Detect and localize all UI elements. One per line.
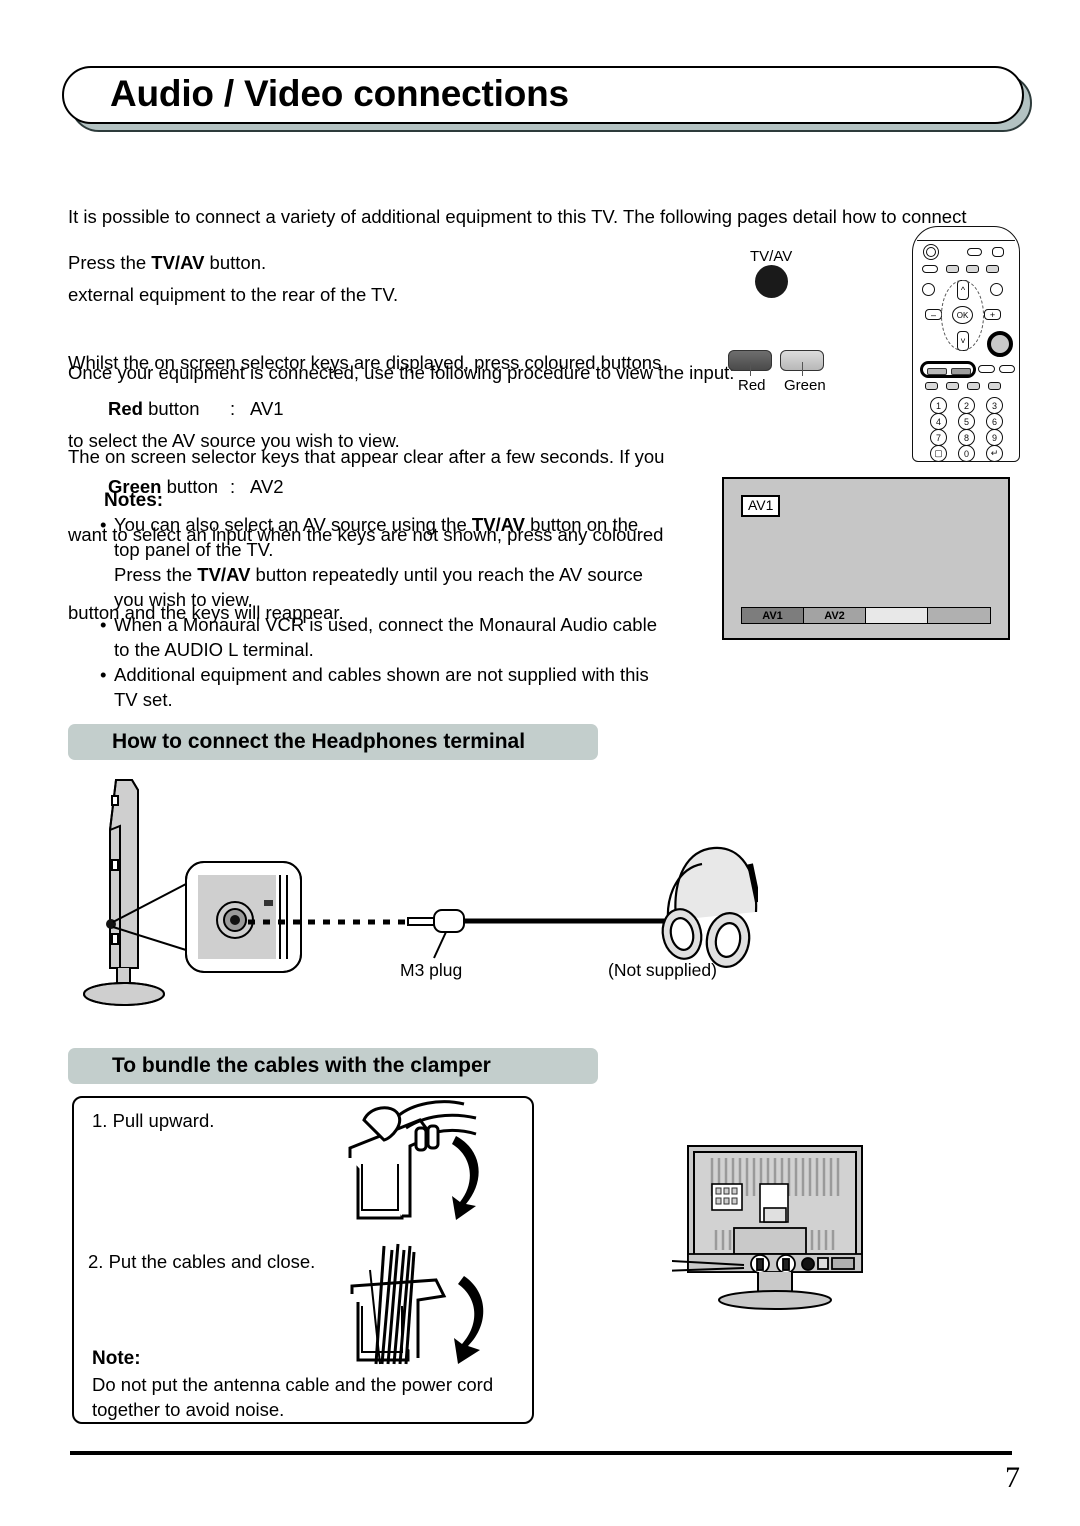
teletext-key-2-icon (946, 382, 959, 390)
numeric-key: ▢ (930, 445, 947, 462)
tvav-button-icon (755, 265, 788, 298)
rotate-arrow-icon (452, 1136, 479, 1220)
list-item-sub: Press the TV/AV button repeatedly until … (114, 562, 700, 612)
intro-line-1: It is possible to connect a variety of a… (68, 206, 967, 227)
numeric-key: 7 (930, 429, 947, 446)
clamper-step-1: 1. Pull upward. (92, 1110, 215, 1131)
clamper-step2-illustration (350, 1243, 484, 1365)
timer-button-icon (992, 247, 1004, 257)
footer-divider (70, 1451, 1012, 1455)
osd-segment-av2: AV2 (804, 608, 866, 623)
headphones-icon (661, 846, 758, 968)
numeric-key: 3 (986, 397, 1003, 414)
headphone-jack-closeup (185, 861, 302, 973)
press-tvav-instruction: Press the TV/AV button. (68, 250, 688, 276)
colour-buttons-highlight (920, 361, 976, 378)
page-title: Audio / Video connections (110, 73, 569, 115)
tvav-button-highlight-icon (987, 331, 1013, 357)
note-1-text: You can also select an AV source using t… (114, 514, 639, 560)
clamper-step-2: 2. Put the cables and close. (88, 1251, 316, 1272)
numeric-key: 8 (958, 429, 975, 446)
numeric-key: 5 (958, 413, 975, 430)
numeric-key: 0 (958, 445, 975, 462)
page-number: 7 (1005, 1461, 1020, 1494)
numeric-key: ↵ (986, 445, 1003, 462)
section-header-headphones-label: How to connect the Headphones terminal (112, 730, 526, 753)
red-colour-key-icon (927, 368, 947, 375)
press-prefix: Press the (68, 252, 152, 273)
teletext-key-1-icon (925, 382, 938, 390)
index-button-icon (946, 265, 959, 273)
yellow-colour-key-icon (978, 365, 995, 373)
volume-down-icon: – (925, 309, 942, 320)
mute-button-icon (967, 248, 982, 256)
list-item: • Additional equipment and cables shown … (100, 662, 700, 712)
nav-ring-icon (941, 280, 984, 351)
remote-top-bezel (917, 231, 1015, 241)
red-leader-line (750, 362, 751, 376)
tv-rear-panel-illustration (672, 1145, 863, 1310)
bullet-icon: • (100, 614, 107, 635)
remote-control-illustration: ^ ˅ – + OK 1 2 3 4 5 6 7 8 9 ▢ 0 ↵ (912, 226, 1020, 462)
clamper-step1-illustration (348, 1100, 479, 1220)
green-leader-line (802, 362, 803, 376)
menu-button-icon (922, 283, 935, 296)
power-button-inner-icon (926, 247, 936, 257)
clamper-note-line-2: together to avoid noise. (92, 1399, 285, 1420)
page-title-banner: Audio / Video connections (62, 66, 1032, 132)
notes-heading: Notes: (104, 490, 164, 511)
numeric-key: 4 (930, 413, 947, 430)
numeric-key: 2 (958, 397, 975, 414)
note-1-sub-text: Press the TV/AV button repeatedly until … (114, 564, 643, 610)
section-header-headphones: How to connect the Headphones terminal (68, 724, 598, 760)
red-button-label: Red (738, 377, 766, 394)
osd-screen-area: AV1 AV1 AV2 (729, 484, 1003, 633)
onscreen-line-1: The on screen selector keys that appear … (68, 446, 665, 467)
list-item: • When a Monaural VCR is used, connect t… (100, 612, 700, 662)
tvav-button-label: TV/AV (750, 248, 793, 265)
bullet-icon: • (100, 664, 107, 685)
numeric-key: 6 (986, 413, 1003, 430)
exit-button-icon (990, 283, 1003, 296)
rotate-arrow-icon (454, 1276, 484, 1364)
title-banner-frame: Audio / Video connections (62, 66, 1024, 124)
function-button-icon (922, 265, 938, 273)
teletext-key-3-icon (967, 382, 980, 390)
osd-segment-4 (928, 608, 990, 623)
tv-side-profile-icon (83, 779, 165, 1006)
press-tvav-bold: TV/AV (151, 252, 205, 273)
section-header-clamper-label: To bundle the cables with the clamper (112, 1054, 491, 1077)
m3-plug-label: M3 plug (400, 960, 463, 980)
clamper-note-heading: Note: (92, 1348, 141, 1369)
headphone-connection-diagram (83, 779, 758, 1006)
osd-segment-3 (866, 608, 928, 623)
list-item: • You can also select an AV source using… (100, 512, 700, 562)
green-colour-key-icon (951, 368, 971, 375)
green-button-label: Green (784, 377, 826, 394)
numeric-key: 9 (986, 429, 1003, 446)
m3-plug-icon (407, 909, 465, 959)
osd-segment-av1: AV1 (742, 608, 804, 623)
blue-colour-key-icon (999, 365, 1015, 373)
numeric-key: 1 (930, 397, 947, 414)
volume-up-icon: + (984, 309, 1001, 320)
text-button-icon (986, 265, 999, 273)
osd-source-tag: AV1 (741, 495, 781, 517)
press-suffix: button. (204, 252, 267, 273)
osd-selector-bar: AV1 AV2 (741, 607, 991, 624)
not-supplied-label: (Not supplied) (608, 960, 717, 980)
bullet-icon: • (100, 514, 107, 535)
notes-list: • You can also select an AV source using… (100, 512, 700, 712)
note-2-text: When a Monaural VCR is used, connect the… (114, 614, 657, 660)
section-header-clamper: To bundle the cables with the clamper (68, 1048, 598, 1084)
teletext-key-4-icon (988, 382, 1001, 390)
onscreen-display-illustration: AV1 AV1 AV2 (722, 477, 1010, 640)
note-3-text: Additional equipment and cables shown ar… (114, 664, 649, 710)
subpage-button-icon (966, 265, 979, 273)
